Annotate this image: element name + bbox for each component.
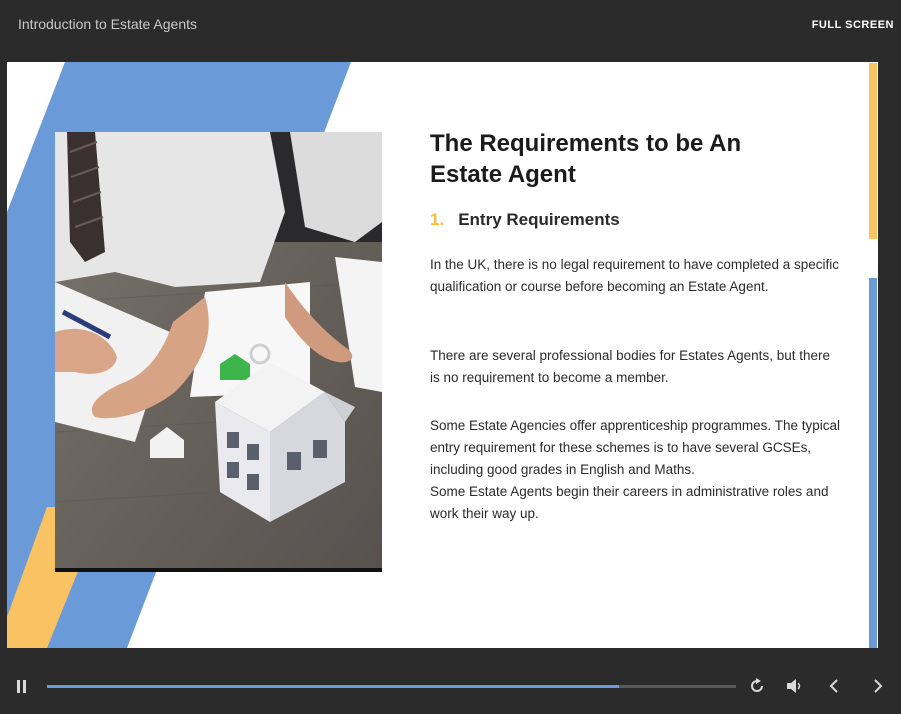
section-subheading: 1. Entry Requirements <box>430 210 620 230</box>
paragraph-professional-bodies: There are several professional bodies fo… <box>430 348 830 385</box>
progress-fill <box>47 685 619 688</box>
top-bar: Introduction to Estate Agents FULL SCREE… <box>0 0 901 62</box>
course-title: Introduction to Estate Agents <box>18 16 198 32</box>
paragraph-apprenticeships-line1: Some Estate Agencies offer apprenticeshi… <box>430 418 840 477</box>
progress-bar[interactable] <box>47 685 736 688</box>
replay-icon[interactable] <box>749 678 765 694</box>
right-accent-yellow <box>869 63 877 239</box>
paragraph-apprenticeships-line2: Some Estate Agents begin their careers i… <box>430 484 829 521</box>
previous-icon[interactable] <box>828 678 840 694</box>
section-title: Entry Requirements <box>458 210 620 229</box>
volume-icon[interactable] <box>786 678 802 694</box>
slide-heading: The Requirements to be An Estate Agent <box>430 130 742 188</box>
paragraph-apprenticeships: Some Estate Agencies offer apprenticeshi… <box>430 415 840 525</box>
player-controls <box>0 648 901 714</box>
slide-content: The Requirements to be An Estate Agent 1… <box>7 62 878 648</box>
next-icon[interactable] <box>872 678 884 694</box>
paragraph-legal-requirement: In the UK, there is no legal requirement… <box>430 257 839 294</box>
estate-agent-photo <box>55 132 382 572</box>
full-screen-button[interactable]: FULL SCREEN <box>812 19 894 31</box>
pause-icon[interactable] <box>17 680 27 693</box>
section-number: 1. <box>430 210 445 229</box>
right-accent-blue <box>869 278 877 648</box>
